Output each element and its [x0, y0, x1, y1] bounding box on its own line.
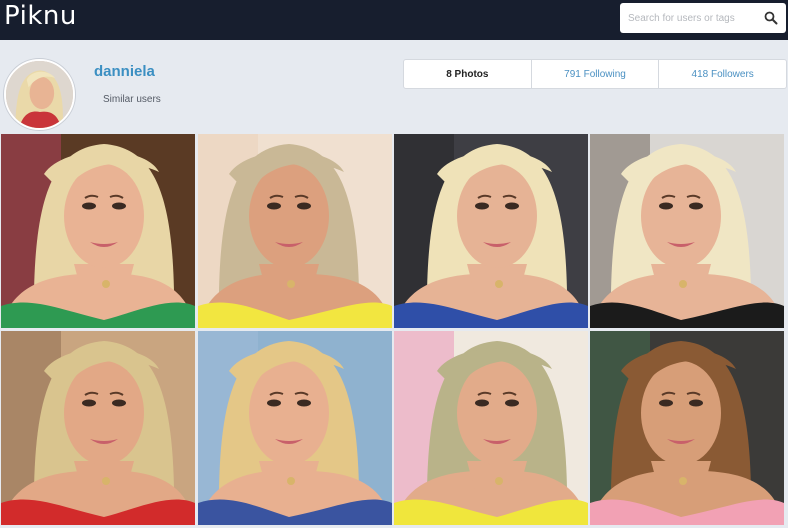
portrait-image — [590, 134, 784, 328]
photo-grid — [0, 134, 788, 528]
photo-thumbnail[interactable] — [1, 331, 195, 525]
photos-count-tab[interactable]: 8 Photos — [404, 60, 532, 88]
avatar[interactable] — [4, 59, 75, 130]
photo-thumbnail[interactable] — [394, 331, 588, 525]
similar-users-link[interactable]: Similar users — [103, 94, 161, 105]
following-count-link[interactable]: 791 Following — [532, 60, 660, 88]
followers-count-link[interactable]: 418 Followers — [659, 60, 786, 88]
username-link[interactable]: danniela — [94, 63, 155, 80]
photo-thumbnail[interactable] — [590, 134, 784, 328]
portrait-image — [394, 331, 588, 525]
portrait-image — [198, 134, 392, 328]
portrait-image — [590, 331, 784, 525]
top-navigation-bar: Piknu — [0, 0, 788, 40]
photo-thumbnail[interactable] — [198, 134, 392, 328]
portrait-image — [394, 134, 588, 328]
profile-stats: 8 Photos 791 Following 418 Followers — [403, 59, 787, 89]
photo-thumbnail[interactable] — [198, 331, 392, 525]
search-icon[interactable] — [764, 11, 778, 25]
search-input[interactable] — [620, 4, 760, 32]
photo-thumbnail[interactable] — [394, 134, 588, 328]
photo-thumbnail[interactable] — [1, 134, 195, 328]
portrait-image — [1, 331, 195, 525]
portrait-image — [198, 331, 392, 525]
portrait-image — [1, 134, 195, 328]
profile-header: danniela Similar users 8 Photos 791 Foll… — [0, 40, 788, 134]
search-box — [620, 3, 786, 33]
photo-thumbnail[interactable] — [590, 331, 784, 525]
app-logo[interactable]: Piknu — [4, 0, 77, 32]
